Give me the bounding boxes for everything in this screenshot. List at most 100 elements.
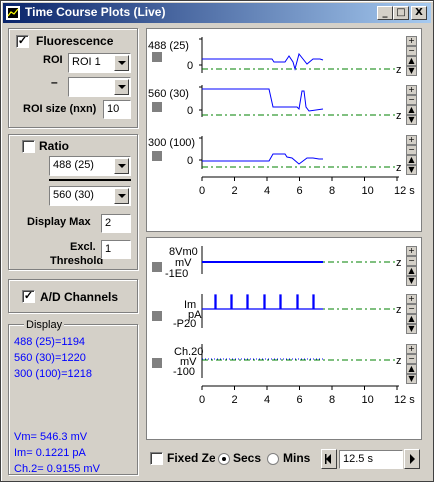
- ad-channels-plot[interactable]: 8Vm0 mV -1E0 z Im pA -P20 z Ch.20 mV -10…: [146, 237, 422, 440]
- top-trace3-plus-icon[interactable]: +: [406, 135, 417, 145]
- bottom-x-tick-label: 2: [232, 394, 238, 406]
- threshold-label: Threshold: [50, 255, 104, 267]
- ratio-denominator-value: 560 (30): [53, 189, 94, 201]
- display-group-label: Display: [24, 319, 65, 331]
- ad-channels-label: A/D Channels: [40, 290, 119, 304]
- bottom-trace2-down-icon[interactable]: ▼: [406, 324, 417, 334]
- arrow-left-icon: [325, 454, 331, 464]
- ratio-label: Ratio: [39, 139, 69, 153]
- trace-488-toggle[interactable]: [152, 52, 162, 62]
- ad-channels-group: ✓ A/D Channels: [8, 279, 138, 313]
- bottom-trace3-down-icon[interactable]: ▼: [406, 374, 417, 384]
- fixed-zero-checkbox[interactable]: [150, 452, 163, 465]
- fluorescence-label: Fluorescence: [36, 34, 114, 48]
- arrow-right-icon: [410, 454, 415, 464]
- bottom-trace2-minus-icon[interactable]: −: [406, 304, 417, 314]
- top-trace2-down-icon[interactable]: ▼: [406, 115, 417, 125]
- top-trace2-minus-icon[interactable]: −: [406, 95, 417, 105]
- top-trace1-plus-icon[interactable]: +: [406, 36, 417, 46]
- time-decrease-button[interactable]: [321, 449, 337, 469]
- trace-300-toggle[interactable]: [152, 151, 162, 161]
- chevron-down-icon[interactable]: [114, 55, 129, 71]
- top-trace3-minus-icon[interactable]: −: [406, 145, 417, 155]
- bottom-trace3-minus-icon[interactable]: −: [406, 354, 417, 364]
- trace-488-label: 488 (25): [148, 40, 189, 52]
- time-window-input[interactable]: 12.5 s: [339, 450, 403, 469]
- time-increase-button[interactable]: [404, 449, 420, 469]
- bottom-trace2-plus-icon[interactable]: +: [406, 294, 417, 304]
- ad-channels-checkbox[interactable]: ✓: [22, 290, 35, 303]
- background-roi-select[interactable]: [68, 77, 131, 97]
- fluorescence-checkbox[interactable]: ✓: [16, 35, 29, 48]
- top-x-tick-label: 0: [199, 185, 205, 197]
- top-trace3-down-icon[interactable]: ▼: [406, 165, 417, 175]
- readout-560: 560 (30)=1220: [14, 352, 86, 364]
- chevron-down-icon[interactable]: [114, 188, 129, 204]
- excl-threshold-input[interactable]: 1: [101, 240, 131, 259]
- ch2-toggle[interactable]: [152, 358, 162, 368]
- bottom-trace1-minus-icon[interactable]: −: [406, 256, 417, 266]
- ch2-label-bottom: -100: [173, 366, 195, 378]
- bottom-trace2-up-icon[interactable]: ▲: [406, 314, 417, 324]
- vm-toggle[interactable]: [152, 262, 162, 272]
- app-icon: [6, 6, 20, 20]
- ratio-denominator-select[interactable]: 560 (30): [49, 186, 131, 206]
- trace-300-zero: 0: [187, 155, 193, 167]
- roi-size-input[interactable]: 10: [103, 100, 131, 119]
- display-group: Display 488 (25)=1194 560 (30)=1220 300 …: [8, 319, 138, 475]
- close-button[interactable]: X: [411, 6, 427, 20]
- bottom-trace1-plus-icon[interactable]: +: [406, 246, 417, 256]
- trace-560-zero: 0: [187, 105, 193, 117]
- top-trace1-up-icon[interactable]: ▲: [406, 56, 417, 66]
- ratio-checkbox[interactable]: [22, 140, 35, 153]
- bottom-trace3-up-icon[interactable]: ▲: [406, 364, 417, 374]
- trace-300-label: 300 (100): [148, 137, 195, 149]
- chevron-down-icon[interactable]: [114, 158, 129, 174]
- roi-select-value: ROI 1: [72, 56, 101, 68]
- minimize-button[interactable]: _: [377, 6, 393, 20]
- bottom-trace3-plus-icon[interactable]: +: [406, 344, 417, 354]
- top-x-tick-label: 2: [232, 185, 238, 197]
- fluorescence-plot-canvas: 488 (25) 0 z 560 (30) 0 z 300 (100) 0 z: [148, 37, 415, 197]
- roi-size-label: ROI size (nxn): [23, 103, 97, 115]
- maximize-button[interactable]: □: [393, 6, 409, 20]
- ratio-divider: [49, 179, 131, 181]
- top-trace1-down-icon[interactable]: ▼: [406, 66, 417, 76]
- title-bar[interactable]: Time Course Plots (Live) _ □ X: [3, 3, 431, 23]
- top-trace3-up-icon[interactable]: ▲: [406, 155, 417, 165]
- roi-select[interactable]: ROI 1: [68, 53, 131, 73]
- top-x-tick-label: 10: [362, 185, 374, 197]
- im-toggle[interactable]: [152, 311, 162, 321]
- trace-560-line: [202, 88, 324, 112]
- minus-label: –: [51, 75, 58, 89]
- fluorescence-plot[interactable]: 488 (25) 0 z 560 (30) 0 z 300 (100) 0 z: [146, 28, 422, 232]
- mins-radio[interactable]: [267, 453, 279, 465]
- bottom-x-tick-label: 4: [264, 394, 270, 406]
- ratio-numerator-value: 488 (25): [53, 159, 94, 171]
- top-x-tick-label: 12 s: [394, 185, 415, 197]
- roi-label: ROI: [43, 54, 63, 66]
- bottom-x-tick-label: 0: [199, 394, 205, 406]
- trace-488-line: [202, 52, 324, 71]
- display-max-input[interactable]: 2: [101, 214, 131, 233]
- secs-radio[interactable]: [218, 453, 230, 465]
- ratio-numerator-select[interactable]: 488 (25): [49, 156, 131, 176]
- fixed-zero-label: Fixed Zero: [167, 451, 215, 465]
- top-trace2-plus-icon[interactable]: +: [406, 85, 417, 95]
- readout-300: 300 (100)=1218: [14, 368, 92, 380]
- top-trace1-minus-icon[interactable]: −: [406, 46, 417, 56]
- bottom-trace1-down-icon[interactable]: ▼: [406, 276, 417, 286]
- excl-label: Excl.: [70, 241, 96, 253]
- bottom-x-tick-label: 10: [362, 394, 374, 406]
- vm-label-bottom: -1E0: [165, 268, 188, 280]
- zero-marker: z: [396, 304, 402, 316]
- top-trace2-up-icon[interactable]: ▲: [406, 105, 417, 115]
- ad-channels-plot-canvas: 8Vm0 mV -1E0 z Im pA -P20 z Ch.20 mV -10…: [152, 246, 415, 406]
- chevron-down-icon[interactable]: [114, 79, 129, 95]
- trace-560-toggle[interactable]: [152, 102, 162, 112]
- display-max-label: Display Max: [27, 216, 91, 228]
- fluorescence-group: ✓ Fluorescence ROI ROI 1 – ROI size (nxn…: [8, 28, 138, 128]
- top-x-tick-label: 4: [264, 185, 270, 197]
- bottom-trace1-up-icon[interactable]: ▲: [406, 266, 417, 276]
- readout-ch2: Ch.2= 0.9155 mV: [14, 463, 100, 475]
